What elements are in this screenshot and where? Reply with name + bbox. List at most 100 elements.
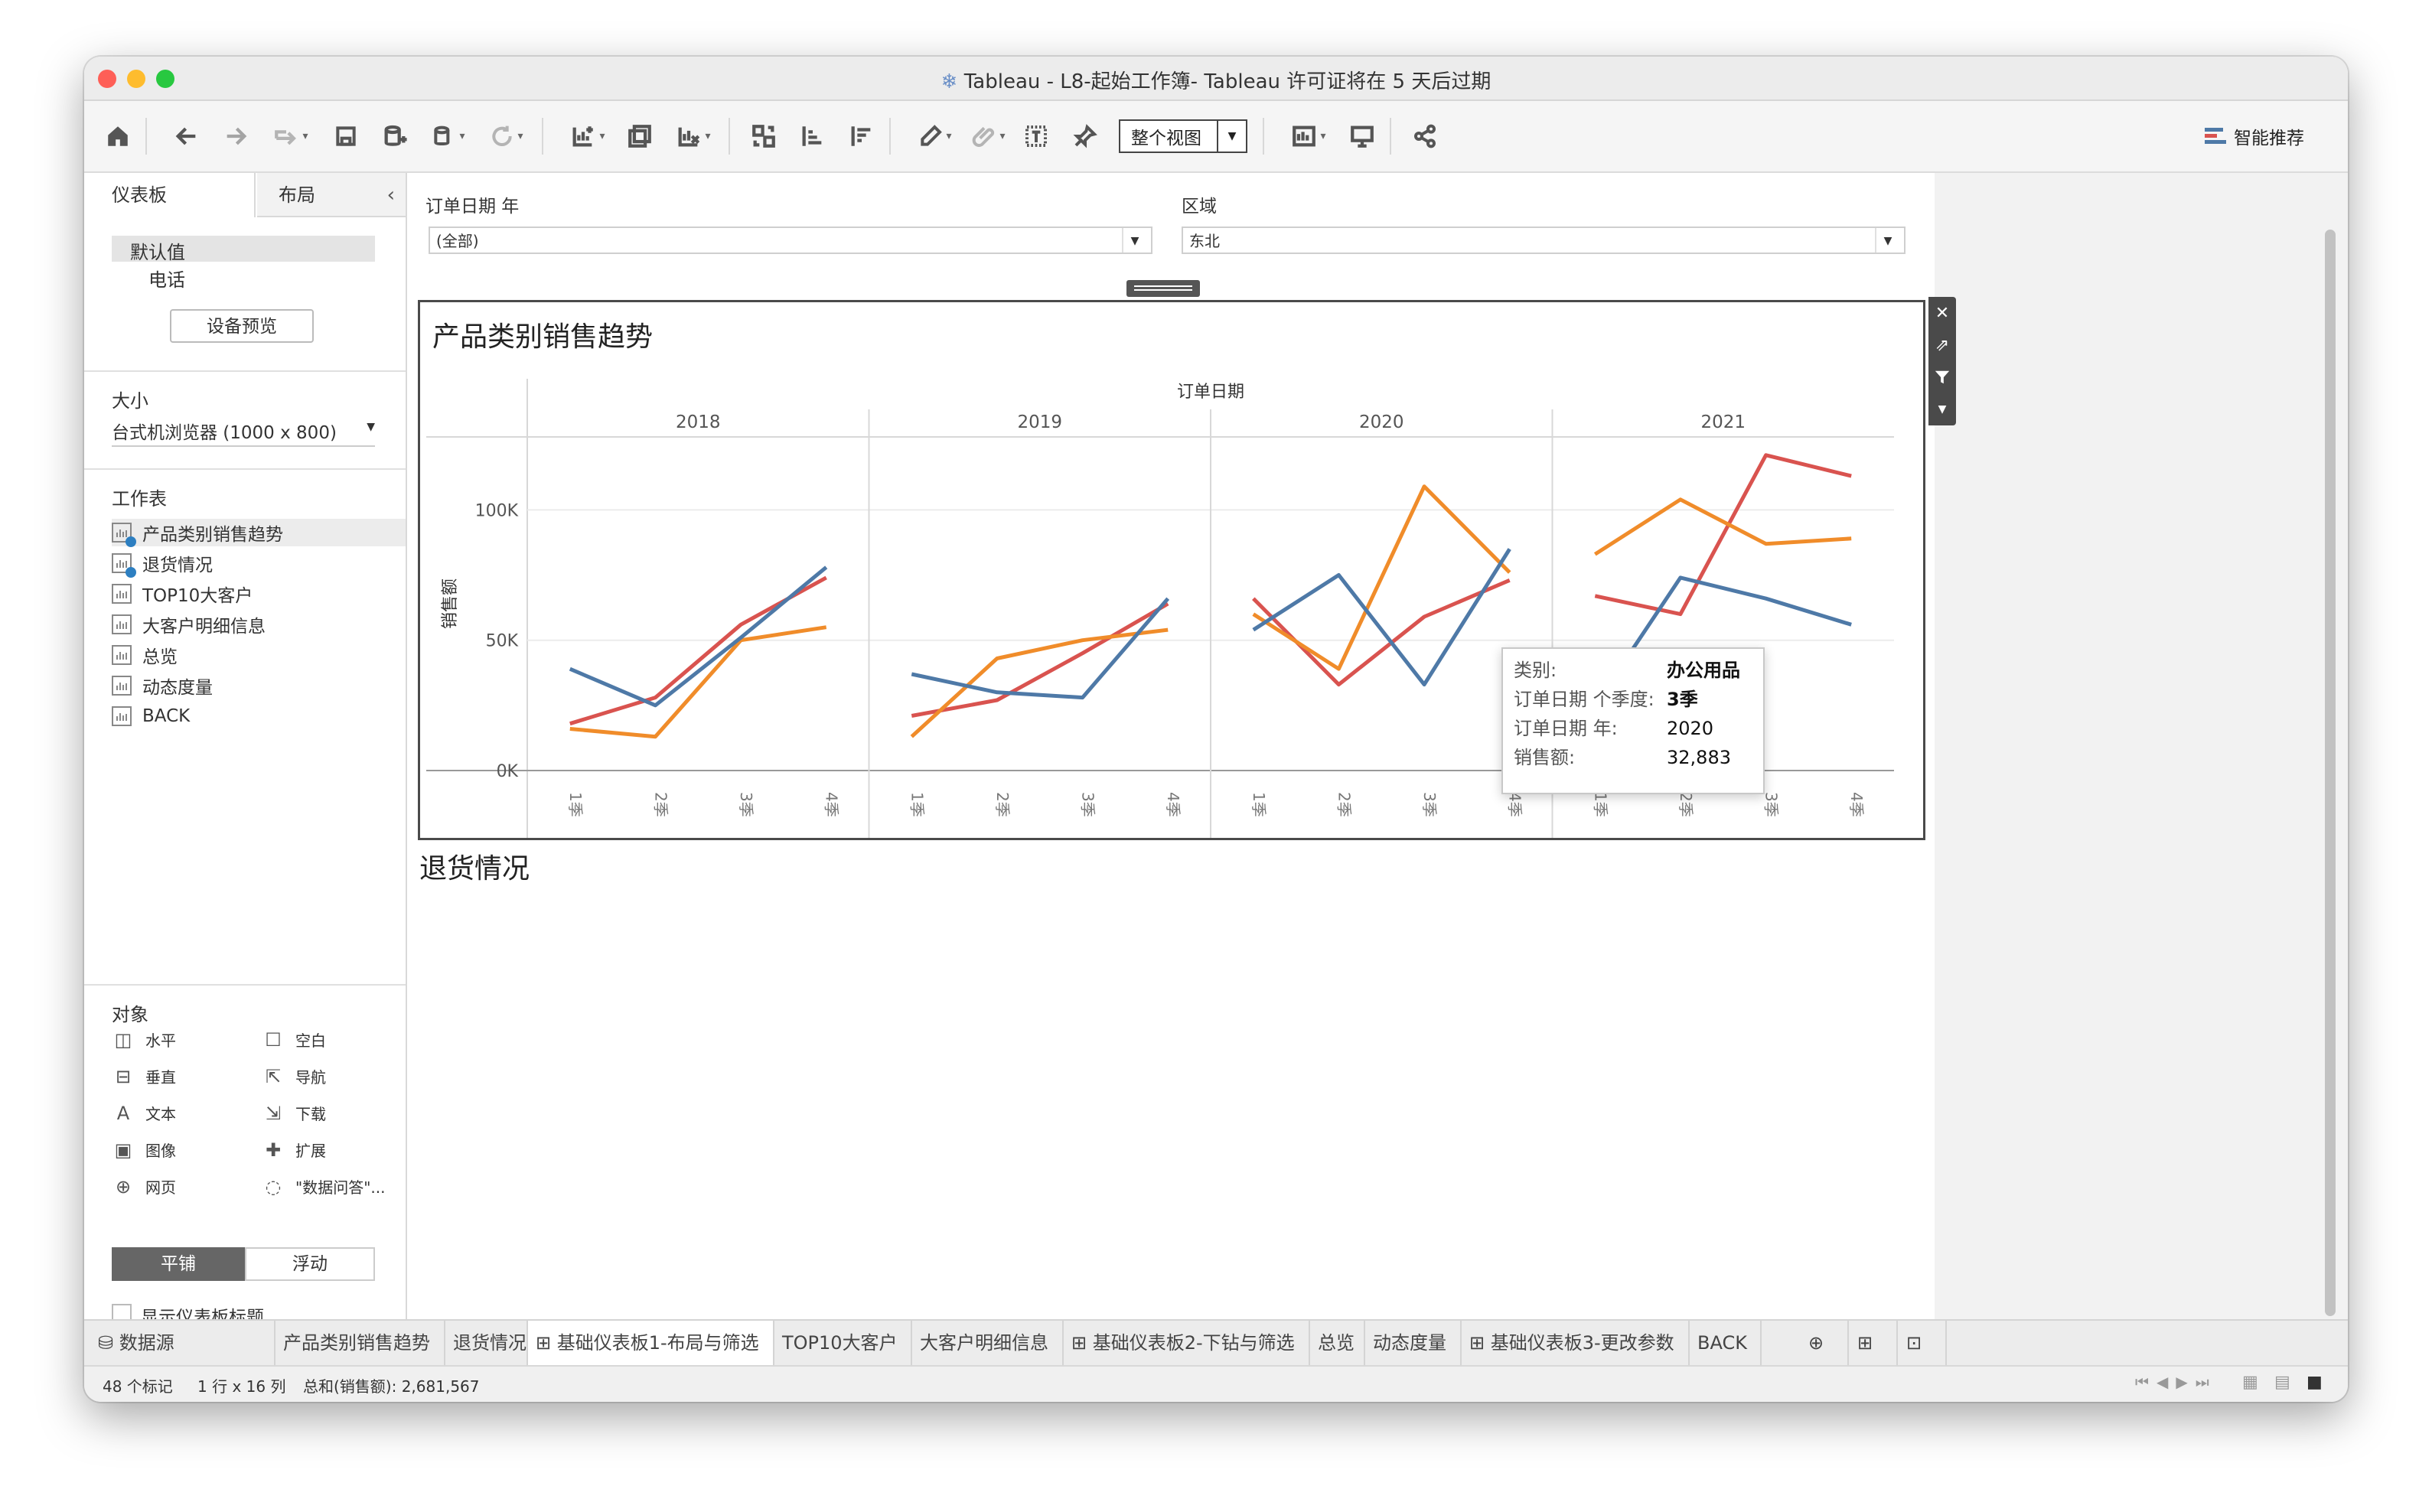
save-icon[interactable]: [329, 119, 363, 153]
sheet-tab[interactable]: ⊞ 基础仪表板1-布局与筛选: [528, 1321, 774, 1365]
region-filter-label: 区域: [1182, 197, 1217, 217]
new-story-tab-icon[interactable]: ⊡: [1883, 1321, 1947, 1365]
presentation-mode-icon[interactable]: [1345, 119, 1379, 153]
filmstrip-view-icon[interactable]: ▤: [2274, 1373, 2290, 1392]
toolbar: ▾ ▾ ▾ ▾ ▾ ▾ ▾ 整个视图 ▼ ▾ 智能推荐: [84, 101, 2348, 173]
sheet-tab[interactable]: TOP10大客户: [774, 1321, 912, 1365]
object-item[interactable]: ▣ 图像: [112, 1139, 176, 1161]
sort-ascending-icon[interactable]: [796, 119, 830, 153]
tooltip-label: 订单日期 年:: [1514, 718, 1618, 739]
sheet-item-label: 总览: [142, 647, 178, 667]
new-worksheet-icon[interactable]: ▾: [563, 119, 612, 153]
sheet-tab[interactable]: ⊞ 基础仪表板3-更改参数: [1462, 1321, 1690, 1365]
device-default[interactable]: 默认值: [112, 236, 375, 263]
sheet-item[interactable]: 动态度量: [112, 672, 213, 699]
vertical-scrollbar[interactable]: [2325, 230, 2336, 1316]
sheet-tab[interactable]: 动态度量: [1365, 1321, 1462, 1365]
title-bar: ❄ Tableau - L8-起始工作簿- Tableau 许可证将在 5 天后…: [84, 57, 2348, 101]
object-item[interactable]: ⇱ 导航: [262, 1065, 326, 1087]
tab-layout[interactable]: 布局 ‹: [257, 173, 406, 217]
worksheet-icon: [112, 706, 132, 726]
sheet-tab[interactable]: 退货情况: [445, 1321, 528, 1365]
object-item[interactable]: ⇲ 下载: [262, 1102, 326, 1124]
sheet-item[interactable]: 退货情况: [112, 549, 213, 578]
text-icon: A: [116, 1102, 130, 1124]
sheet-tab[interactable]: BACK: [1690, 1321, 1762, 1365]
swap-rows-columns-icon[interactable]: [747, 119, 781, 153]
sheet-item[interactable]: BACK: [112, 702, 190, 730]
y-tick-label: 50K: [486, 632, 519, 651]
marks-count: 48 个标记: [103, 1377, 173, 1396]
replay-icon[interactable]: ▾: [268, 119, 314, 153]
refresh-icon[interactable]: ▾: [482, 119, 531, 153]
tooltip-label: 销售额:: [1514, 747, 1576, 768]
sheet-tab[interactable]: 总览: [1310, 1321, 1365, 1365]
tab-navigation-icon[interactable]: ⏮◀▶⏭: [2135, 1373, 2217, 1391]
use-as-filter-icon[interactable]: [1928, 361, 1956, 393]
sheet-tab[interactable]: 大客户明细信息: [912, 1321, 1064, 1365]
more-options-icon[interactable]: ▼: [1928, 393, 1956, 425]
tab-datasource[interactable]: ⛁ 数据源: [84, 1321, 275, 1365]
chevron-down-icon: ▼: [367, 421, 375, 433]
sheet-item[interactable]: 产品类别销售趋势: [112, 519, 406, 547]
show-cards-icon[interactable]: ▾: [1281, 119, 1336, 153]
object-item[interactable]: ⊕ 网页: [112, 1175, 176, 1198]
tab-dashboard[interactable]: 仪表板: [84, 173, 256, 217]
year-filter-select[interactable]: (全部) ▼: [429, 226, 1152, 254]
clear-sheet-icon[interactable]: ▾: [669, 119, 718, 153]
object-item[interactable]: ☐ 空白: [262, 1028, 326, 1051]
y-tick-label: 0K: [497, 762, 519, 781]
zone-move-handle[interactable]: [1126, 280, 1200, 297]
remove-zone-icon[interactable]: ✕: [1928, 297, 1956, 329]
go-to-sheet-icon[interactable]: ⇗: [1928, 329, 1956, 361]
size-select[interactable]: 台式机浏览器 (1000 x 800) ▼: [112, 418, 375, 447]
tableau-logo-icon: ❄: [941, 70, 958, 93]
device-preview-button[interactable]: 设备预览: [170, 309, 314, 343]
highlight-icon[interactable]: ▾: [911, 119, 960, 153]
show-mark-labels-icon[interactable]: [1019, 119, 1053, 153]
sheet-item[interactable]: 大客户明细信息: [112, 611, 266, 638]
size-label: 大小: [112, 390, 148, 412]
tiled-button[interactable]: 平铺: [112, 1247, 245, 1281]
redo-icon[interactable]: [219, 119, 253, 153]
collapse-panel-icon[interactable]: ‹: [387, 173, 395, 217]
sort-descending-icon[interactable]: [845, 119, 879, 153]
worksheet-icon: [112, 676, 132, 696]
object-item[interactable]: ⊟ 垂直: [112, 1065, 176, 1087]
object-item[interactable]: A 文本: [112, 1102, 176, 1124]
duplicate-sheet-icon[interactable]: [623, 119, 657, 153]
show-me-icon: [2205, 126, 2228, 146]
quarter-tick-label: 1季: [908, 792, 926, 817]
dashboard-icon: ⊞: [1071, 1332, 1093, 1354]
worksheet-icon: [112, 614, 132, 634]
home-icon[interactable]: [101, 119, 135, 153]
region-filter-select[interactable]: 东北 ▼: [1182, 226, 1906, 254]
smart-recommend-button[interactable]: 智能推荐: [2193, 119, 2316, 153]
new-datasource-icon[interactable]: [378, 119, 412, 153]
view-size-select[interactable]: 整个视图 ▼: [1119, 119, 1247, 153]
sheet-tab[interactable]: ⊞ 基础仪表板2-下钻与筛选: [1064, 1321, 1310, 1365]
sum-readout: 总和(销售额): 2,681,567: [303, 1377, 480, 1396]
sheet-item[interactable]: TOP10大客户: [112, 580, 253, 608]
grid-view-icon[interactable]: ▦: [2242, 1373, 2258, 1392]
tabs-view-icon[interactable]: ■: [2306, 1373, 2323, 1392]
quarter-tick-label: 4季: [823, 792, 841, 817]
object-item[interactable]: ◫ 水平: [112, 1028, 176, 1051]
device-phone[interactable]: 电话: [148, 265, 185, 292]
undo-icon[interactable]: [170, 119, 204, 153]
object-item[interactable]: ◌ "数据问答"...: [262, 1175, 386, 1198]
object-item[interactable]: ✚ 扩展: [262, 1139, 326, 1161]
navigation-icon: ⇱: [265, 1065, 282, 1087]
sheet-tab-label: BACK: [1697, 1332, 1747, 1354]
fix-axes-icon[interactable]: [1068, 119, 1102, 153]
pause-datasource-icon[interactable]: ▾: [424, 119, 473, 153]
floating-button[interactable]: 浮动: [245, 1247, 375, 1281]
sheet-item[interactable]: 总览: [112, 641, 178, 669]
dashboard-canvas: 订单日期 年 (全部) ▼ 区域 东北 ▼ 产品类别销售趋势 订单日期 销售额 0K…: [407, 173, 2348, 1336]
object-item-label: 文本: [145, 1105, 176, 1123]
sheet-tab-label: TOP10大客户: [782, 1332, 898, 1354]
year-header: 2019: [1017, 412, 1062, 432]
sheet-tab[interactable]: 产品类别销售趋势: [275, 1321, 445, 1365]
group-members-icon[interactable]: ▾: [964, 119, 1013, 153]
share-icon[interactable]: [1408, 119, 1442, 153]
